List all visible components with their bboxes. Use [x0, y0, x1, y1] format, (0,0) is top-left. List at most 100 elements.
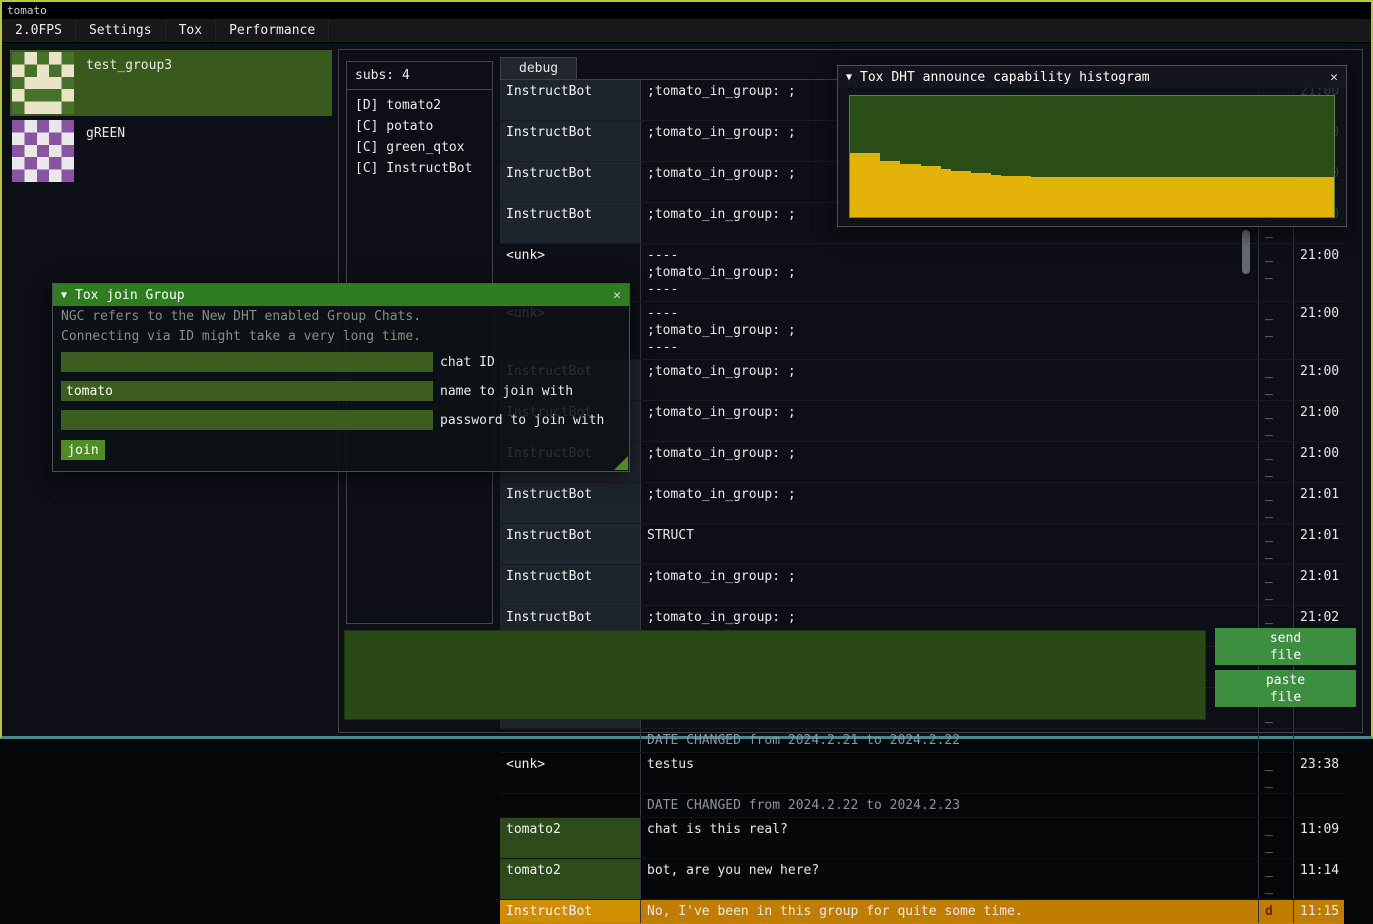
message-status: _ _ — [1258, 753, 1293, 793]
message-sender: InstructBot — [500, 900, 640, 923]
message-text: DATE CHANGED from 2024.2.22 to 2024.2.23 — [640, 794, 1258, 817]
message-sender: tomato2 — [500, 859, 640, 899]
message-time: 11:09 — [1293, 818, 1344, 858]
contact-name: gREEN — [86, 126, 125, 184]
message-text: ;tomato_in_group: ; — [640, 483, 1258, 523]
message-status: _ _ — [1258, 302, 1293, 359]
message-text: ;tomato_in_group: ; — [640, 442, 1258, 482]
message-input[interactable] — [344, 630, 1206, 720]
message-text: STRUCT — [640, 524, 1258, 564]
message-status: _ _ — [1258, 483, 1293, 523]
menu-item[interactable]: Settings — [76, 19, 166, 42]
message-status: _ _ — [1258, 442, 1293, 482]
message-row[interactable]: InstructBot STRUCT _ _ 21:01 — [500, 524, 1344, 565]
menu-item[interactable]: 2.0FPS — [2, 19, 76, 42]
join-name-label: name to join with — [440, 384, 573, 399]
message-status — [1258, 794, 1293, 817]
join-password-input[interactable] — [61, 410, 433, 430]
message-sender: InstructBot — [500, 565, 640, 605]
message-sender: InstructBot — [500, 483, 640, 523]
app-window: tomato 2.0FPS Settings Tox Performance t… — [0, 0, 1373, 739]
member-count: subs: 4 — [347, 62, 492, 87]
close-icon[interactable]: ✕ — [1330, 70, 1338, 85]
message-text: bot, are you new here? — [640, 859, 1258, 899]
chat-id-input[interactable] — [61, 352, 433, 372]
join-description-line1: NGC refers to the New DHT enabled Group … — [53, 306, 629, 326]
join-window-titlebar[interactable]: ▼ Tox join Group ✕ — [53, 284, 629, 306]
close-icon[interactable]: ✕ — [613, 288, 621, 303]
message-row[interactable]: InstructBot ;tomato_in_group: ; _ _ 21:0… — [500, 483, 1344, 524]
histogram-window: ▼ Tox DHT announce capability histogram … — [837, 65, 1347, 227]
join-button[interactable]: join — [61, 440, 105, 460]
message-status: _ _ — [1258, 859, 1293, 899]
member-list: [D] tomato2 [C] potato [C] green_qtox [C… — [347, 95, 492, 179]
message-text: ;tomato_in_group: ; — [640, 565, 1258, 605]
message-sender: tomato2 — [500, 818, 640, 858]
member-item[interactable]: [D] tomato2 — [347, 95, 492, 116]
message-status: _ _ — [1258, 401, 1293, 441]
message-time: 21:00 — [1293, 360, 1344, 400]
member-item[interactable]: [C] InstructBot — [347, 158, 492, 179]
message-text: ---- ;tomato_in_group: ; ---- — [640, 302, 1258, 359]
join-window-title: Tox join Group — [75, 288, 605, 303]
message-sender: InstructBot — [500, 162, 640, 202]
contact-item-green[interactable]: gREEN — [10, 118, 332, 184]
histogram-window-title: Tox DHT announce capability histogram — [860, 70, 1322, 85]
paste-file-button[interactable]: paste file — [1215, 670, 1356, 707]
message-time: 23:38 — [1293, 753, 1344, 793]
message-time: 11:14 — [1293, 859, 1344, 899]
menu-item[interactable]: Tox — [166, 19, 216, 42]
group-avatar-icon — [12, 120, 74, 182]
join-name-input[interactable] — [61, 381, 433, 401]
message-row[interactable]: tomato2 bot, are you new here? _ _ 11:14 — [500, 859, 1344, 900]
collapse-arrow-icon[interactable]: ▼ — [846, 72, 852, 83]
message-time: 11:15 — [1293, 900, 1344, 923]
message-row[interactable]: InstructBot No, I've been in this group … — [500, 900, 1344, 924]
message-time — [1293, 794, 1344, 817]
message-text: ;tomato_in_group: ; — [640, 401, 1258, 441]
chat-scrollbar-thumb[interactable] — [1242, 230, 1250, 274]
histogram-window-titlebar[interactable]: ▼ Tox DHT announce capability histogram … — [838, 66, 1346, 88]
message-text: ---- ;tomato_in_group: ; ---- — [640, 244, 1258, 301]
message-sender: <unk> — [500, 753, 640, 793]
message-sender: InstructBot — [500, 203, 640, 243]
message-status: _ _ — [1258, 524, 1293, 564]
resize-grip[interactable] — [614, 456, 628, 470]
join-group-window: ▼ Tox join Group ✕ NGC refers to the New… — [52, 283, 630, 472]
message-sender: InstructBot — [500, 524, 640, 564]
message-sender — [500, 794, 640, 817]
message-status: d — [1258, 900, 1293, 923]
separator — [347, 89, 492, 90]
window-title: tomato — [7, 4, 47, 17]
message-sender: InstructBot — [500, 80, 640, 120]
message-row[interactable]: tomato2 chat is this real? _ _ 11:09 — [500, 818, 1344, 859]
member-item[interactable]: [C] green_qtox — [347, 137, 492, 158]
contact-item-test-group3[interactable]: test_group3 — [10, 50, 332, 116]
message-row[interactable]: DATE CHANGED from 2024.2.21 to 2024.2.22 — [500, 729, 1344, 753]
message-time: 21:00 — [1293, 244, 1344, 301]
message-row[interactable]: InstructBot ;tomato_in_group: ; _ _ 21:0… — [500, 565, 1344, 606]
join-password-label: password to join with — [440, 413, 604, 428]
message-time: 21:00 — [1293, 442, 1344, 482]
message-time — [1293, 729, 1344, 752]
menu-bar: 2.0FPS Settings Tox Performance — [2, 19, 1371, 43]
message-row[interactable]: DATE CHANGED from 2024.2.22 to 2024.2.23 — [500, 794, 1344, 818]
message-time: 21:00 — [1293, 302, 1344, 359]
message-sender: InstructBot — [500, 121, 640, 161]
message-text: DATE CHANGED from 2024.2.21 to 2024.2.22 — [640, 729, 1258, 752]
message-text: No, I've been in this group for quite so… — [640, 900, 1258, 923]
message-row[interactable]: <unk> testus _ _ 23:38 — [500, 753, 1344, 794]
tab-debug[interactable]: debug — [500, 57, 577, 79]
message-status: _ _ — [1258, 360, 1293, 400]
member-item[interactable]: [C] potato — [347, 116, 492, 137]
collapse-arrow-icon[interactable]: ▼ — [61, 290, 67, 301]
message-sender — [500, 729, 640, 752]
group-avatar-icon — [12, 52, 74, 114]
window-titlebar[interactable]: tomato — [2, 2, 1371, 19]
message-time: 21:00 — [1293, 401, 1344, 441]
message-text: chat is this real? — [640, 818, 1258, 858]
message-status: _ _ — [1258, 565, 1293, 605]
message-text: testus — [640, 753, 1258, 793]
menu-item[interactable]: Performance — [216, 19, 329, 42]
send-file-button[interactable]: send file — [1215, 628, 1356, 665]
